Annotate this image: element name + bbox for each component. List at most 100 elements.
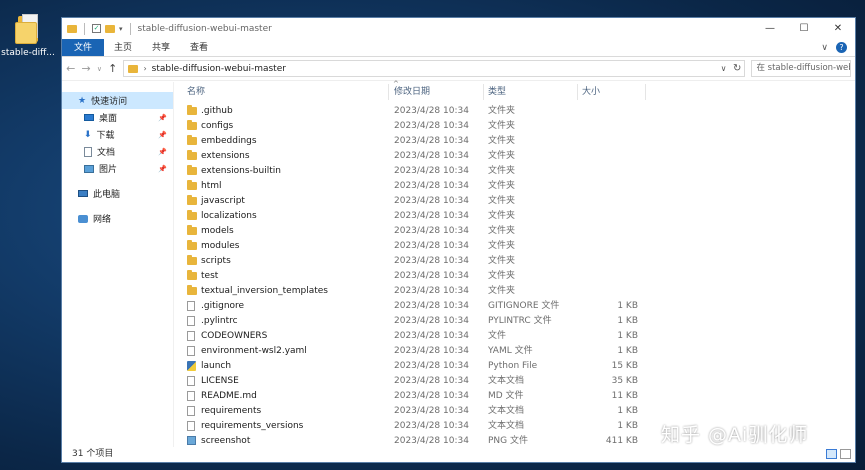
customize-toolbar-icon[interactable]: ▾ bbox=[119, 25, 123, 33]
table-row[interactable]: README.md 2023/4/28 10:34 MD 文件 11 KB bbox=[174, 389, 855, 404]
tab-share[interactable]: 共享 bbox=[142, 39, 180, 56]
path-input[interactable]: › stable-diffusion-webui-master ∨ ↻ bbox=[123, 60, 746, 77]
table-row[interactable]: extensions 2023/4/28 10:34 文件夹 bbox=[174, 149, 855, 164]
table-row[interactable]: .github 2023/4/28 10:34 文件夹 bbox=[174, 104, 855, 119]
sidebar-item-downloads[interactable]: ⬇ 下载 📌 bbox=[62, 126, 173, 143]
file-name[interactable]: scripts bbox=[201, 254, 231, 269]
sidebar-item-quick-access[interactable]: ★ 快速访问 bbox=[62, 92, 173, 109]
tab-view[interactable]: 查看 bbox=[180, 39, 218, 56]
file-name[interactable]: javascript bbox=[201, 194, 245, 209]
desktop-folder-shortcut[interactable]: stable-diff... bbox=[0, 14, 56, 58]
folder-icon bbox=[187, 135, 197, 145]
sidebar-item-this-pc[interactable]: 此电脑 bbox=[62, 185, 173, 202]
folder-icon bbox=[67, 24, 77, 33]
table-row[interactable]: .gitignore 2023/4/28 10:34 GITIGNORE 文件 1 K… bbox=[174, 299, 855, 314]
table-row[interactable]: LICENSE 2023/4/28 10:34 文本文档 35 KB bbox=[174, 374, 855, 389]
desktop-icon-label: stable-diff... bbox=[1, 48, 55, 58]
file-size: 11 KB bbox=[611, 391, 638, 401]
help-icon[interactable]: ? bbox=[836, 42, 847, 53]
file-name[interactable]: CODEOWNERS bbox=[201, 329, 267, 344]
breadcrumb-current[interactable]: stable-diffusion-webui-master bbox=[152, 64, 286, 74]
file-name[interactable]: localizations bbox=[201, 209, 257, 224]
file-name[interactable]: configs bbox=[201, 119, 233, 134]
table-row[interactable]: requirements 2023/4/28 10:34 文本文档 1 KB bbox=[174, 404, 855, 419]
pin-icon[interactable]: 📌 bbox=[158, 148, 167, 156]
file-type: 文本文档 bbox=[488, 376, 525, 386]
table-row[interactable]: CODEOWNERS 2023/4/28 10:34 文件 1 KB bbox=[174, 329, 855, 344]
table-row[interactable]: modules 2023/4/28 10:34 文件夹 bbox=[174, 239, 855, 254]
chevron-down-icon[interactable]: ∨ bbox=[721, 64, 727, 73]
file-name[interactable]: extensions-builtin bbox=[201, 164, 281, 179]
file-size: 1 KB bbox=[617, 346, 638, 356]
back-arrow-icon[interactable]: ← bbox=[66, 62, 75, 75]
file-date: 2023/4/28 10:34 bbox=[394, 166, 469, 176]
file-list: ^ 名称 修改日期 类型 大小 .github 2023/4/28 10:34 文件… bbox=[174, 80, 855, 447]
table-row[interactable]: html 2023/4/28 10:34 文件夹 bbox=[174, 179, 855, 194]
file-name[interactable]: html bbox=[201, 179, 222, 194]
column-header-type[interactable]: 类型 bbox=[488, 82, 506, 102]
expand-ribbon-icon[interactable]: ∨ bbox=[821, 39, 828, 57]
file-icon bbox=[187, 331, 195, 341]
file-name[interactable]: test bbox=[201, 269, 218, 284]
table-row[interactable]: localizations 2023/4/28 10:34 文件夹 bbox=[174, 209, 855, 224]
file-type: 文件夹 bbox=[488, 226, 516, 236]
file-explorer-window: ✓ ▾ stable-diffusion-webui-master — ☐ ✕ … bbox=[61, 17, 856, 463]
sidebar-item-desktop[interactable]: 桌面 📌 bbox=[62, 109, 173, 126]
file-name[interactable]: embeddings bbox=[201, 134, 257, 149]
table-row[interactable]: test 2023/4/28 10:34 文件夹 bbox=[174, 269, 855, 284]
column-header-date[interactable]: 修改日期 bbox=[394, 82, 430, 102]
file-name[interactable]: LICENSE bbox=[201, 374, 239, 389]
file-type: 文件夹 bbox=[488, 181, 516, 191]
table-row[interactable]: javascript 2023/4/28 10:34 文件夹 bbox=[174, 194, 855, 209]
table-row[interactable]: scripts 2023/4/28 10:34 文件夹 bbox=[174, 254, 855, 269]
file-name[interactable]: requirements_versions bbox=[201, 419, 303, 434]
pin-icon[interactable]: 📌 bbox=[158, 131, 167, 139]
file-name[interactable]: requirements bbox=[201, 404, 261, 419]
table-row[interactable]: models 2023/4/28 10:34 文件夹 bbox=[174, 224, 855, 239]
maximize-button[interactable]: ☐ bbox=[787, 18, 821, 39]
explorer-body: ★ 快速访问 桌面 📌 ⬇ 下载 📌 文档 📌 图片 📌 此电脑 网络 ^ 名称… bbox=[62, 80, 855, 447]
table-row[interactable]: textual_inversion_templates 2023/4/28 10:… bbox=[174, 284, 855, 299]
file-name[interactable]: .pylintrc bbox=[201, 314, 238, 329]
file-name[interactable]: README.md bbox=[201, 389, 257, 404]
file-name[interactable]: extensions bbox=[201, 149, 250, 164]
table-row[interactable]: .pylintrc 2023/4/28 10:34 PYLINTRC 文件 1 KB bbox=[174, 314, 855, 329]
file-name[interactable]: .gitignore bbox=[201, 299, 244, 314]
table-row[interactable]: configs 2023/4/28 10:34 文件夹 bbox=[174, 119, 855, 134]
pin-icon[interactable]: 📌 bbox=[158, 114, 167, 122]
file-name[interactable]: .github bbox=[201, 104, 233, 119]
recent-locations-icon[interactable]: ∨ bbox=[97, 65, 102, 73]
up-arrow-icon[interactable]: ↑ bbox=[108, 62, 117, 75]
refresh-icon[interactable]: ↻ bbox=[733, 63, 741, 74]
forward-arrow-icon[interactable]: → bbox=[81, 62, 91, 75]
file-date: 2023/4/28 10:34 bbox=[394, 346, 469, 356]
column-header-size[interactable]: 大小 bbox=[582, 82, 600, 102]
minimize-button[interactable]: — bbox=[753, 18, 787, 39]
file-name[interactable]: models bbox=[201, 224, 234, 239]
file-name[interactable]: textual_inversion_templates bbox=[201, 284, 328, 299]
tab-home[interactable]: 主页 bbox=[104, 39, 142, 56]
table-row[interactable]: launch 2023/4/28 10:34 Python File 15 KB bbox=[174, 359, 855, 374]
sidebar-item-documents[interactable]: 文档 📌 bbox=[62, 143, 173, 160]
file-name[interactable]: launch bbox=[201, 359, 231, 374]
large-icons-view-icon[interactable] bbox=[840, 449, 851, 459]
sidebar-item-network[interactable]: 网络 bbox=[62, 210, 173, 227]
chevron-right-icon[interactable]: › bbox=[143, 64, 146, 73]
table-row[interactable]: embeddings 2023/4/28 10:34 文件夹 bbox=[174, 134, 855, 149]
table-row[interactable]: environment-wsl2.yaml 2023/4/28 10:34 YAML… bbox=[174, 344, 855, 359]
table-row[interactable]: extensions-builtin 2023/4/28 10:34 文件夹 bbox=[174, 164, 855, 179]
pin-icon[interactable]: 📌 bbox=[158, 165, 167, 173]
tab-file[interactable]: 文件 bbox=[62, 39, 105, 56]
sidebar-item-pictures[interactable]: 图片 📌 bbox=[62, 160, 173, 177]
file-type: 文件夹 bbox=[488, 286, 516, 296]
search-input[interactable]: 在 stable-diffusion-webui-m... bbox=[751, 60, 851, 77]
file-name[interactable]: modules bbox=[201, 239, 239, 254]
new-folder-icon[interactable] bbox=[105, 24, 115, 33]
details-view-icon[interactable] bbox=[826, 449, 837, 459]
file-date: 2023/4/28 10:34 bbox=[394, 301, 469, 311]
close-button[interactable]: ✕ bbox=[821, 18, 855, 39]
file-name[interactable]: environment-wsl2.yaml bbox=[201, 344, 307, 359]
file-date: 2023/4/28 10:34 bbox=[394, 361, 469, 371]
properties-icon[interactable]: ✓ bbox=[92, 24, 101, 33]
column-header-name[interactable]: 名称 bbox=[187, 82, 205, 102]
